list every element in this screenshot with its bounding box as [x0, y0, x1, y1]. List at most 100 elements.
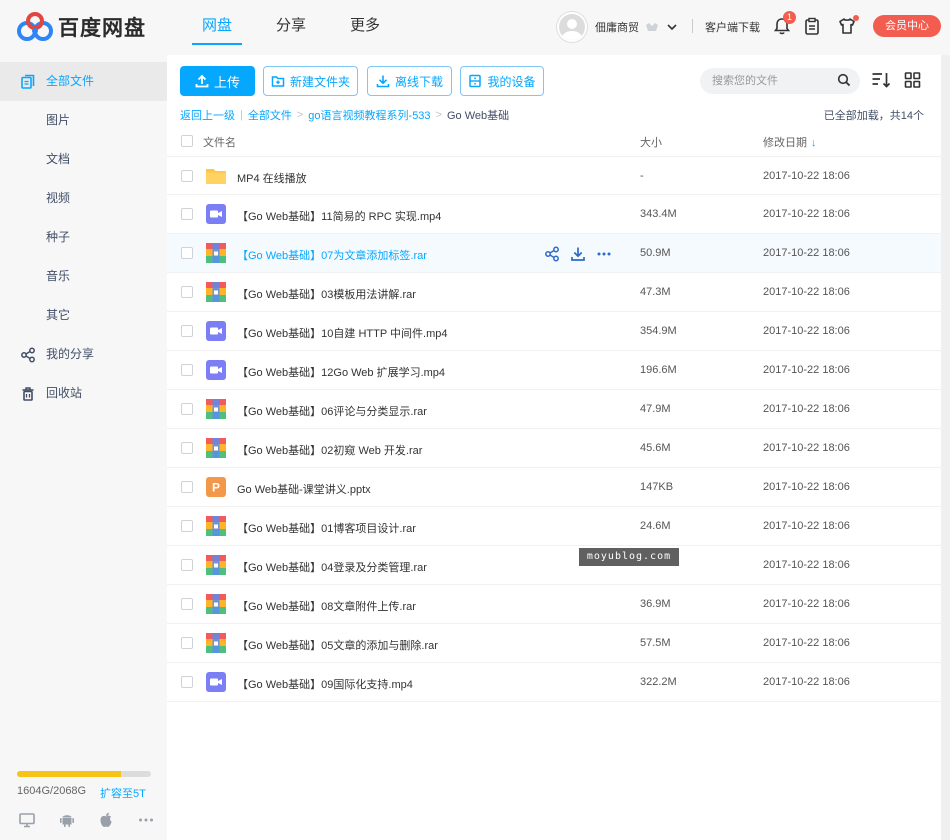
file-size: 24.6M — [640, 520, 671, 532]
sort-icon[interactable] — [871, 71, 891, 89]
column-header-name[interactable]: 文件名 — [203, 134, 236, 150]
file-size: 196.6M — [640, 364, 677, 376]
sidebar-item-torrents[interactable]: 种子 — [0, 218, 167, 257]
file-name[interactable]: MP4 在线播放 — [237, 170, 307, 186]
nav-item-netdisk[interactable]: 网盘 — [180, 0, 254, 55]
my-devices-button[interactable]: 我的设备 — [460, 66, 544, 96]
breadcrumb-item-current: Go Web基础 — [447, 110, 510, 122]
column-header-size[interactable]: 大小 — [640, 134, 662, 150]
main-nav: 网盘 分享 更多 — [180, 0, 402, 55]
archive-file-icon — [206, 282, 226, 302]
row-checkbox[interactable] — [181, 286, 193, 298]
file-name[interactable]: 【Go Web基础】07为文章添加标签.rar — [237, 247, 427, 263]
more-icon[interactable] — [596, 246, 612, 262]
upload-button[interactable]: 上传 — [180, 66, 255, 96]
table-row[interactable]: 【Go Web基础】10自建 HTTP 中间件.mp4 354.9M 2017-10… — [167, 312, 941, 351]
file-size: 343.4M — [640, 208, 677, 220]
select-all-checkbox[interactable] — [181, 135, 193, 147]
nav-item-share[interactable]: 分享 — [254, 0, 328, 55]
file-name[interactable]: Go Web基础-课堂讲义.pptx — [237, 481, 371, 497]
sidebar-item-documents[interactable]: 文档 — [0, 140, 167, 179]
breadcrumb-item-all-files[interactable]: 全部文件 — [248, 107, 292, 123]
row-checkbox[interactable] — [181, 520, 193, 532]
more-clients-icon[interactable] — [137, 811, 155, 829]
download-icon[interactable] — [570, 246, 586, 262]
search-icon[interactable] — [837, 73, 851, 87]
android-icon[interactable] — [58, 811, 76, 829]
folder-icon — [206, 169, 226, 184]
file-name[interactable]: 【Go Web基础】05文章的添加与删除.rar — [237, 637, 438, 653]
row-checkbox[interactable] — [181, 403, 193, 415]
sidebar-item-label: 种子 — [46, 230, 71, 244]
table-row[interactable]: 【Go Web基础】11简易的 RPC 实现.mp4 343.4M 2017-10-… — [167, 195, 941, 234]
grid-view-icon[interactable] — [903, 71, 923, 89]
search-input[interactable] — [700, 68, 860, 94]
table-row[interactable]: 【Go Web基础】03模板用法讲解.rar 47.3M 2017-10-22 18… — [167, 273, 941, 312]
table-row[interactable]: 【Go Web基础】06评论与分类显示.rar 47.9M 2017-10-22 1… — [167, 390, 941, 429]
sidebar-item-all-files[interactable]: 全部文件 — [0, 62, 167, 101]
page-scrollbar[interactable] — [941, 55, 950, 840]
file-name[interactable]: 【Go Web基础】10自建 HTTP 中间件.mp4 — [237, 325, 447, 341]
file-name[interactable]: 【Go Web基础】09国际化支持.mp4 — [237, 676, 413, 692]
new-folder-button[interactable]: 新建文件夹 — [263, 66, 358, 96]
row-checkbox[interactable] — [181, 481, 193, 493]
row-checkbox[interactable] — [181, 559, 193, 571]
table-row[interactable]: 【Go Web基础】09国际化支持.mp4 322.2M 2017-10-22 18… — [167, 663, 941, 702]
row-checkbox[interactable] — [181, 364, 193, 376]
table-row[interactable]: MP4 在线播放 - 2017-10-22 18:06 — [167, 156, 941, 195]
clipboard-icon[interactable] — [802, 16, 822, 36]
row-checkbox[interactable] — [181, 676, 193, 688]
file-name[interactable]: 【Go Web基础】06评论与分类显示.rar — [237, 403, 427, 419]
sidebar-item-images[interactable]: 图片 — [0, 101, 167, 140]
user-menu[interactable]: 佃庸商贸 — [557, 12, 677, 42]
sidebar-item-label: 我的分享 — [46, 347, 95, 361]
file-name[interactable]: 【Go Web基础】01博客项目设计.rar — [237, 520, 416, 536]
avatar[interactable] — [557, 12, 587, 42]
file-name[interactable]: 【Go Web基础】12Go Web 扩展学习.mp4 — [237, 364, 445, 380]
row-checkbox[interactable] — [181, 637, 193, 649]
row-checkbox[interactable] — [181, 208, 193, 220]
table-row[interactable]: 【Go Web基础】08文章附件上传.rar 36.9M 2017-10-22 18… — [167, 585, 941, 624]
sidebar-item-music[interactable]: 音乐 — [0, 257, 167, 296]
row-checkbox[interactable] — [181, 325, 193, 337]
offline-download-button[interactable]: 离线下载 — [367, 66, 452, 96]
logo[interactable]: 百度网盘 — [16, 11, 146, 43]
share-icon[interactable] — [544, 246, 560, 262]
table-row[interactable]: 【Go Web基础】02初窥 Web 开发.rar 45.6M 2017-10-22… — [167, 429, 941, 468]
row-checkbox[interactable] — [181, 247, 193, 259]
table-row[interactable]: 【Go Web基础】07为文章添加标签.rar 50.9M 2017-10-22 1… — [167, 234, 941, 273]
chevron-down-icon[interactable] — [667, 23, 677, 31]
table-row[interactable]: 【Go Web基础】01博客项目设计.rar 24.6M 2017-10-22 18… — [167, 507, 941, 546]
sidebar-item-recycle-bin[interactable]: 回收站 — [0, 374, 167, 413]
logo-text: 百度网盘 — [58, 17, 146, 40]
vip-center-button[interactable]: 会员中心 — [873, 15, 941, 37]
file-name[interactable]: 【Go Web基础】03模板用法讲解.rar — [237, 286, 416, 302]
apple-icon[interactable] — [97, 811, 115, 829]
file-name[interactable]: 【Go Web基础】04登录及分类管理.rar — [237, 559, 427, 575]
archive-file-icon — [206, 243, 226, 263]
table-row[interactable]: P Go Web基础-课堂讲义.pptx 147KB 2017-10-22 18:06 — [167, 468, 941, 507]
row-checkbox[interactable] — [181, 442, 193, 454]
desktop-client-icon[interactable] — [18, 811, 36, 829]
file-size: - — [640, 170, 644, 182]
file-name[interactable]: 【Go Web基础】08文章附件上传.rar — [237, 598, 416, 614]
row-checkbox[interactable] — [181, 598, 193, 610]
table-row[interactable]: 【Go Web基础】04登录及分类管理.rar 2017-10-22 18:06 — [167, 546, 941, 585]
video-file-icon — [206, 360, 226, 380]
sidebar-item-other[interactable]: 其它 — [0, 296, 167, 335]
file-name[interactable]: 【Go Web基础】02初窥 Web 开发.rar — [237, 442, 422, 458]
row-checkbox[interactable] — [181, 170, 193, 182]
table-row[interactable]: 【Go Web基础】05文章的添加与删除.rar 57.5M 2017-10-22 … — [167, 624, 941, 663]
table-row[interactable]: 【Go Web基础】12Go Web 扩展学习.mp4 196.6M 2017-10… — [167, 351, 941, 390]
column-header-date[interactable]: 修改日期 ↓ — [763, 134, 817, 150]
sidebar-item-videos[interactable]: 视频 — [0, 179, 167, 218]
client-download-link[interactable]: 客户端下载 — [705, 19, 760, 35]
nav-item-more[interactable]: 更多 — [328, 0, 402, 55]
breadcrumb-item-series[interactable]: go语言视频教程系列-533 — [308, 107, 430, 123]
file-date: 2017-10-22 18:06 — [763, 442, 850, 454]
sidebar-item-my-shares[interactable]: 我的分享 — [0, 335, 167, 374]
file-name[interactable]: 【Go Web基础】11简易的 RPC 实现.mp4 — [237, 208, 441, 224]
file-date: 2017-10-22 18:06 — [763, 559, 850, 571]
expand-storage-link[interactable]: 扩容至5T — [100, 785, 146, 801]
breadcrumb-back-link[interactable]: 返回上一级 — [180, 107, 235, 123]
